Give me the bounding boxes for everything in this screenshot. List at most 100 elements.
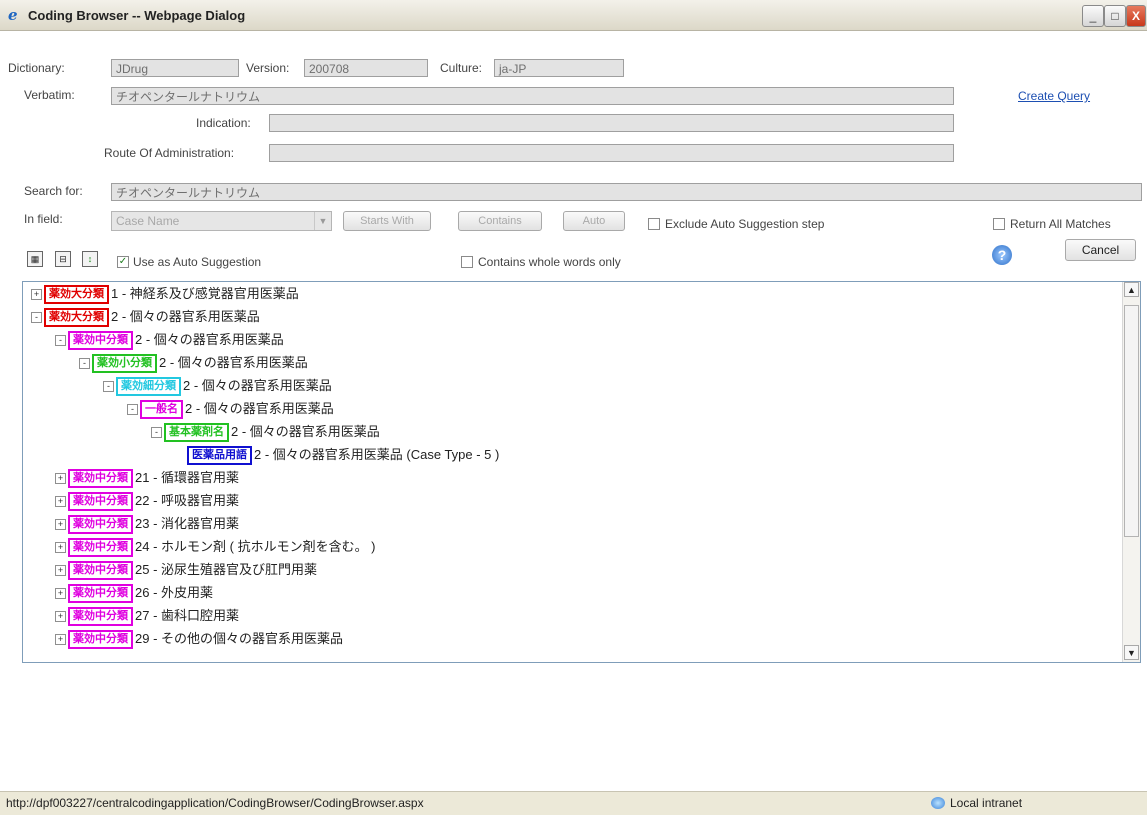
tree-row[interactable]: - 薬効細分類 2 - 個々の器官系用医薬品 <box>103 376 332 397</box>
collapse-icon[interactable]: - <box>79 358 90 370</box>
collapse-icon[interactable]: - <box>31 312 42 324</box>
infield-select-value: Case Name <box>116 214 180 228</box>
culture-label: Culture: <box>440 61 483 75</box>
scroll-up-icon[interactable]: ▲ <box>1124 282 1139 297</box>
results-tree: + 薬効大分類 1 - 神経系及び感覚器官用医薬品 - 薬効大分類 2 - 個々の器官系用… <box>22 281 1141 663</box>
version-field[interactable]: 200708 <box>304 59 428 77</box>
expand-icon[interactable]: + <box>55 611 66 623</box>
dialog-content: Dictionary: JDrug Version: 200708 Cultur… <box>0 31 1147 791</box>
tree-row-text: 23 - 消化器官用薬 <box>135 516 240 531</box>
tree-row-text: 26 - 外皮用薬 <box>135 585 214 600</box>
tree-row[interactable]: + 薬効中分類 27 - 歯科口腔用薬 <box>55 606 239 627</box>
category-tag: 薬効中分類 <box>68 515 133 535</box>
expand-icon[interactable]: + <box>55 542 66 554</box>
return-all-checkbox[interactable] <box>993 218 1005 230</box>
verbatim-field[interactable]: チオペンタールナトリウム <box>111 87 954 105</box>
category-tag: 薬効中分類 <box>68 630 133 650</box>
contains-button[interactable]: Contains <box>458 211 542 231</box>
category-tag: 薬効中分類 <box>68 538 133 558</box>
exclude-auto-label: Exclude Auto Suggestion step <box>665 217 825 231</box>
tree-row[interactable]: - 基本薬剤名 2 - 個々の器官系用医薬品 <box>151 422 380 443</box>
category-tag: 医薬品用語 <box>187 446 252 466</box>
tree-row[interactable]: 医薬品用語 2 - 個々の器官系用医薬品 (Case Type - 5 ) <box>175 445 500 466</box>
use-auto-label: Use as Auto Suggestion <box>133 255 262 269</box>
collapse-icon[interactable]: - <box>103 381 114 393</box>
expand-icon[interactable]: + <box>55 565 66 577</box>
expand-icon[interactable]: + <box>55 496 66 508</box>
refresh-icon[interactable]: ↕ <box>82 251 98 267</box>
category-tag: 薬効中分類 <box>68 607 133 627</box>
scroll-thumb[interactable] <box>1124 305 1139 537</box>
tree-row[interactable]: + 薬効中分類 24 - ホルモン剤 ( 抗ホルモン剤を含む。 ) <box>55 537 376 558</box>
status-bar: http://dpf003227/centralcodingapplicatio… <box>0 791 1147 815</box>
tree-row[interactable]: + 薬効大分類 1 - 神経系及び感覚器官用医薬品 <box>31 284 299 305</box>
maximize-button[interactable]: □ <box>1104 5 1126 27</box>
tree-row[interactable]: + 薬効中分類 25 - 泌尿生殖器官及び肛門用薬 <box>55 560 317 581</box>
tree-row-text: 2 - 個々の器官系用医薬品 <box>135 332 284 347</box>
tree-row[interactable]: - 薬効大分類 2 - 個々の器官系用医薬品 <box>31 307 260 328</box>
status-zone: Local intranet <box>950 796 1023 810</box>
minimize-button[interactable]: _ <box>1082 5 1104 27</box>
expand-icon[interactable]: + <box>55 634 66 646</box>
intranet-globe-icon <box>931 797 945 809</box>
starts-with-button[interactable]: Starts With <box>343 211 431 231</box>
dictionary-field[interactable]: JDrug <box>111 59 239 77</box>
verbatim-label: Verbatim: <box>24 88 75 102</box>
vertical-scrollbar[interactable]: ▲ ▼ <box>1122 282 1140 662</box>
tree-row[interactable]: + 薬効中分類 23 - 消化器官用薬 <box>55 514 240 535</box>
search-label: Search for: <box>24 184 83 198</box>
scroll-down-icon[interactable]: ▼ <box>1124 645 1139 660</box>
tree-row[interactable]: - 薬効小分類 2 - 個々の器官系用医薬品 <box>79 353 308 374</box>
window-title: Coding Browser -- Webpage Dialog <box>28 8 246 23</box>
tree-row-text: 2 - 個々の器官系用医薬品 (Case Type - 5 ) <box>254 447 500 462</box>
category-tag: 薬効中分類 <box>68 331 133 351</box>
tree-row[interactable]: - 一般名 2 - 個々の器官系用医薬品 <box>127 399 334 420</box>
tree-row[interactable]: + 薬効中分類 26 - 外皮用薬 <box>55 583 214 604</box>
cancel-button[interactable]: Cancel <box>1065 239 1136 261</box>
tree-row-text: 2 - 個々の器官系用医薬品 <box>231 424 380 439</box>
tree-row[interactable]: + 薬効中分類 22 - 呼吸器官用薬 <box>55 491 240 512</box>
expand-icon[interactable]: + <box>55 588 66 600</box>
return-all-label: Return All Matches <box>1010 217 1111 231</box>
expand-icon[interactable]: + <box>55 519 66 531</box>
chevron-down-icon: ▼ <box>314 212 331 230</box>
help-icon[interactable]: ? <box>992 245 1012 265</box>
expand-icon[interactable]: + <box>31 289 42 301</box>
create-query-link[interactable]: Create Query <box>1018 89 1090 103</box>
tree-row-text: 2 - 個々の器官系用医薬品 <box>185 401 334 416</box>
tree-row[interactable]: + 薬効中分類 21 - 循環器官用薬 <box>55 468 239 489</box>
category-tag: 薬効大分類 <box>44 285 109 305</box>
use-auto-checkbox[interactable]: ✓ <box>117 256 129 268</box>
category-tag: 一般名 <box>140 400 183 420</box>
category-tag: 薬効中分類 <box>68 492 133 512</box>
tree-row-text: 22 - 呼吸器官用薬 <box>135 493 240 508</box>
auto-button[interactable]: Auto <box>563 211 625 231</box>
collapse-icon[interactable]: - <box>127 404 138 416</box>
category-tag: 薬効中分類 <box>68 561 133 581</box>
category-tag: 薬効中分類 <box>68 584 133 604</box>
indication-label: Indication: <box>196 116 251 130</box>
culture-field[interactable]: ja-JP <box>494 59 624 77</box>
dictionary-label: Dictionary: <box>8 61 65 75</box>
tree-view-icon[interactable]: ⊟ <box>55 251 71 267</box>
tree-row[interactable]: - 薬効中分類 2 - 個々の器官系用医薬品 <box>55 330 284 351</box>
category-tag: 薬効小分類 <box>92 354 157 374</box>
whole-words-checkbox[interactable] <box>461 256 473 268</box>
tree-row-text: 29 - その他の個々の器官系用医薬品 <box>135 631 344 646</box>
exclude-auto-checkbox[interactable] <box>648 218 660 230</box>
category-tag: 薬効中分類 <box>68 469 133 489</box>
tree-row-text: 24 - ホルモン剤 ( 抗ホルモン剤を含む。 ) <box>135 539 376 554</box>
indication-field[interactable] <box>269 114 954 132</box>
collapse-icon[interactable]: - <box>151 427 162 439</box>
expand-icon[interactable]: + <box>55 473 66 485</box>
title-bar: e Coding Browser -- Webpage Dialog _ □ X <box>0 0 1147 31</box>
grid-view-icon[interactable]: ▦ <box>27 251 43 267</box>
search-input[interactable]: チオペンタールナトリウム <box>111 183 1142 201</box>
route-field[interactable] <box>269 144 954 162</box>
close-button[interactable]: X <box>1126 5 1146 27</box>
collapse-icon[interactable]: - <box>55 335 66 347</box>
tree-row-text: 1 - 神経系及び感覚器官用医薬品 <box>111 286 299 301</box>
internet-explorer-icon: e <box>8 6 18 24</box>
tree-row[interactable]: + 薬効中分類 29 - その他の個々の器官系用医薬品 <box>55 629 344 650</box>
infield-select[interactable]: Case Name ▼ <box>111 211 332 231</box>
